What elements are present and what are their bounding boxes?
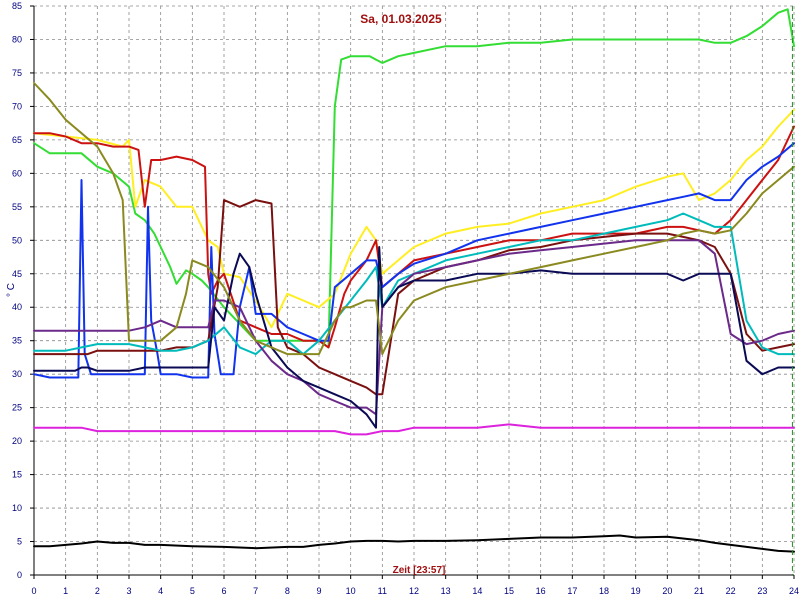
x-tick-label: 18	[599, 586, 609, 596]
x-tick-label: 22	[726, 586, 736, 596]
x-tick-label: 2	[95, 586, 100, 596]
x-tick-label: 8	[285, 586, 290, 596]
x-tick-label: 11	[378, 586, 387, 596]
y-tick-label: 10	[12, 503, 22, 513]
x-tick-label: 13	[441, 586, 451, 596]
y-tick-label: 50	[12, 235, 22, 245]
x-tick-label: 4	[158, 586, 163, 596]
x-tick-label: 14	[472, 586, 482, 596]
x-tick-label: 0	[31, 586, 36, 596]
y-tick-label: 65	[12, 135, 22, 145]
x-tick-label: 15	[504, 586, 514, 596]
y-tick-label: 30	[12, 369, 22, 379]
y-tick-label: 60	[12, 168, 22, 178]
x-tick-label: 9	[316, 586, 321, 596]
grid	[34, 5, 795, 575]
x-tick-label: 24	[789, 586, 799, 596]
x-tick-label: 21	[694, 586, 704, 596]
y-tick-label: 75	[12, 68, 22, 78]
y-tick-label: 85	[12, 1, 22, 11]
chart-title: Sa, 01.03.2025	[360, 12, 442, 26]
y-tick-label: 20	[12, 436, 22, 446]
x-tick-label: 20	[662, 586, 672, 596]
y-tick-label: 80	[12, 34, 22, 44]
x-tick-label: 23	[757, 586, 767, 596]
y-tick-label: 15	[12, 470, 22, 480]
y-tick-label: 70	[12, 101, 22, 111]
x-tick-labels: 0 1 2 3 4 5 6 7 8 9 10 11 12 13 14 15 16 17 18 19 20 21 22 23 24	[31, 586, 799, 596]
x-tick-label: 17	[567, 586, 577, 596]
x-axis-label: Zeit [23:57]	[393, 565, 446, 576]
x-tick-label: 19	[631, 586, 641, 596]
chart: 0510152025303540455055606570758085 01234…	[6, 1, 799, 596]
axes	[30, 5, 795, 579]
y-tick-label: 45	[12, 269, 22, 279]
x-tick-label: 10	[346, 586, 356, 596]
y-tick-label: 40	[12, 302, 22, 312]
y-axis-label: ° C	[6, 283, 17, 297]
y-tick-label: 25	[12, 403, 22, 413]
y-tick-label: 5	[17, 537, 22, 547]
x-tick-label: 12	[409, 586, 419, 596]
y-tick-label: 55	[12, 202, 22, 212]
x-tick-label: 6	[221, 586, 226, 596]
x-tick-label: 3	[126, 586, 131, 596]
x-tick-label: 7	[253, 586, 258, 596]
y-tick-label: 35	[12, 336, 22, 346]
x-tick-label: 1	[63, 586, 68, 596]
x-tick-label: 16	[536, 586, 546, 596]
x-tick-label: 5	[190, 586, 195, 596]
y-tick-label: 0	[17, 570, 22, 580]
series-line-11	[33, 534, 795, 553]
